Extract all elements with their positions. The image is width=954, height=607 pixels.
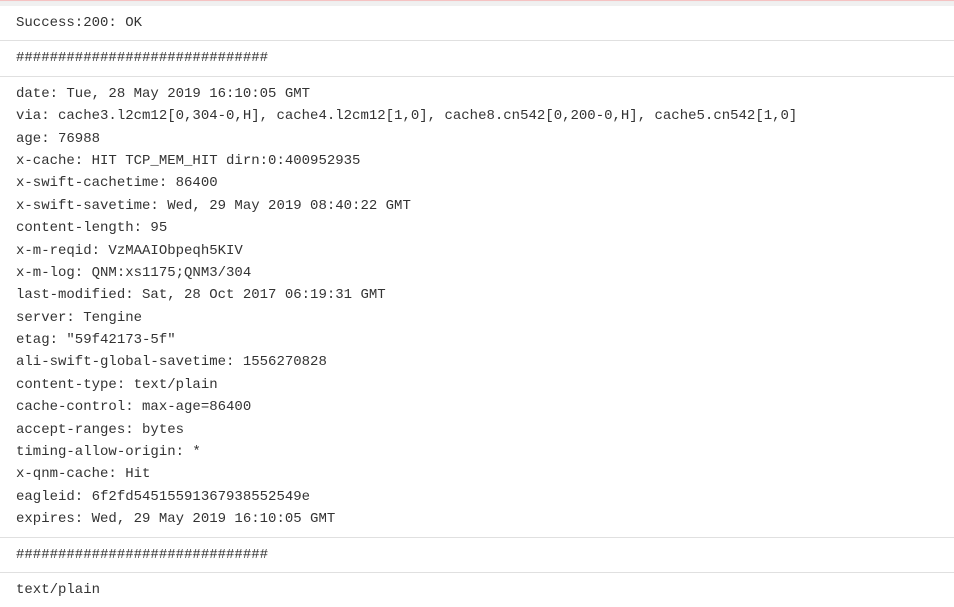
header-content-type: content-type: text/plain [16, 374, 938, 396]
body-content-type: text/plain [0, 573, 954, 607]
body-content-type-value: text/plain [16, 582, 100, 598]
status-text: OK [125, 15, 142, 31]
header-x-m-log: x-m-log: QNM:xs1175;QNM3/304 [16, 262, 938, 284]
response-headers-block: date: Tue, 28 May 2019 16:10:05 GMT via:… [0, 77, 954, 538]
header-x-m-reqid: x-m-reqid: VzMAAIObpeqh5KIV [16, 240, 938, 262]
header-x-swift-savetime: x-swift-savetime: Wed, 29 May 2019 08:40… [16, 195, 938, 217]
status-code: 200: [83, 15, 117, 31]
separator-text-bottom: ############################## [16, 547, 268, 563]
header-cache-control: cache-control: max-age=86400 [16, 396, 938, 418]
header-last-modified: last-modified: Sat, 28 Oct 2017 06:19:31… [16, 284, 938, 306]
status-success-label: Success: [16, 15, 83, 31]
header-via: via: cache3.l2cm12[0,304-0,H], cache4.l2… [16, 105, 938, 127]
status-line: Success:200: OK [0, 6, 954, 41]
header-ali-swift-global-savetime: ali-swift-global-savetime: 1556270828 [16, 351, 938, 373]
header-timing-allow-origin: timing-allow-origin: * [16, 441, 938, 463]
separator-bottom: ############################## [0, 538, 954, 573]
separator-top: ############################## [0, 41, 954, 76]
header-x-qnm-cache: x-qnm-cache: Hit [16, 463, 938, 485]
header-accept-ranges: accept-ranges: bytes [16, 419, 938, 441]
header-content-length: content-length: 95 [16, 217, 938, 239]
header-server: server: Tengine [16, 307, 938, 329]
header-age: age: 76988 [16, 128, 938, 150]
header-expires: expires: Wed, 29 May 2019 16:10:05 GMT [16, 508, 938, 530]
header-date: date: Tue, 28 May 2019 16:10:05 GMT [16, 83, 938, 105]
header-x-swift-cachetime: x-swift-cachetime: 86400 [16, 172, 938, 194]
header-x-cache: x-cache: HIT TCP_MEM_HIT dirn:0:40095293… [16, 150, 938, 172]
separator-text-top: ############################## [16, 50, 268, 66]
header-etag: etag: "59f42173-5f" [16, 329, 938, 351]
header-eagleid: eagleid: 6f2fd54515591367938552549e [16, 486, 938, 508]
